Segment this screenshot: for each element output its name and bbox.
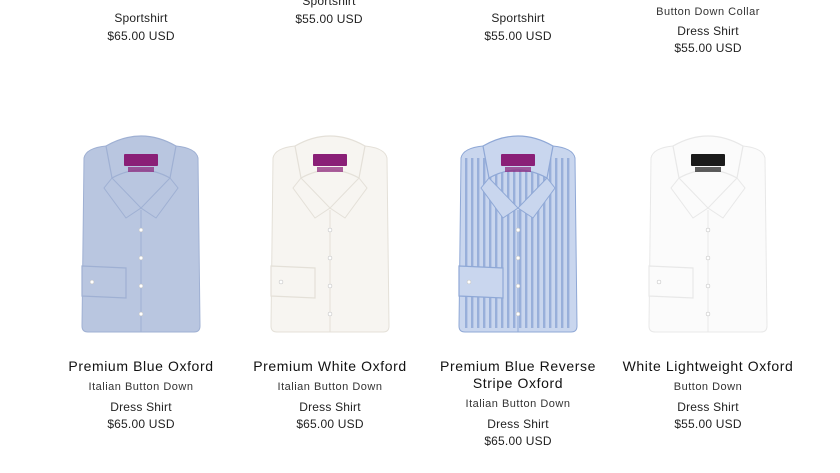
- product-collar: Button Down Collar: [656, 6, 760, 18]
- product-collar: Italian Button Down: [88, 381, 194, 393]
- product-price: $65.00 USD: [296, 417, 364, 431]
- product-type: Dress Shirt: [299, 400, 361, 414]
- top-product-1-info[interactable]: Sportshirt $65.00 USD: [46, 10, 236, 44]
- product-price: $55.00 USD: [295, 12, 363, 26]
- product-type: Sportshirt: [302, 0, 356, 8]
- product-card[interactable]: Premium Blue Reverse Stripe Oxford Itali…: [423, 118, 613, 449]
- top-product-3-info[interactable]: Sportshirt $55.00 USD: [423, 10, 613, 44]
- product-name[interactable]: Premium Blue Oxford: [46, 358, 236, 375]
- product-name[interactable]: Premium White Oxford: [235, 358, 425, 375]
- product-price: $55.00 USD: [484, 29, 552, 43]
- product-collar: Italian Button Down: [277, 381, 383, 393]
- product-type: Sportshirt: [491, 11, 545, 25]
- product-card[interactable]: Premium White Oxford Italian Button Down…: [235, 118, 425, 432]
- product-card[interactable]: Premium Blue Oxford Italian Button Down …: [46, 118, 236, 432]
- shirt-image[interactable]: [443, 118, 593, 338]
- product-type: Dress Shirt: [110, 400, 172, 414]
- shirt-image[interactable]: [255, 118, 405, 338]
- shirt-image[interactable]: [633, 118, 783, 338]
- product-price: $65.00 USD: [107, 29, 175, 43]
- shirt-image[interactable]: [66, 118, 216, 338]
- product-collar: Italian Button Down: [465, 398, 571, 410]
- top-product-2-info[interactable]: Sportshirt $55.00 USD: [234, 0, 424, 27]
- product-type: Dress Shirt: [677, 400, 739, 414]
- product-name[interactable]: White Lightweight Oxford: [613, 358, 803, 375]
- product-price: $65.00 USD: [107, 417, 175, 431]
- product-collar: Button Down: [673, 381, 743, 393]
- product-card[interactable]: White Lightweight Oxford Button Down Dre…: [613, 118, 803, 432]
- product-name[interactable]: Premium Blue Reverse Stripe Oxford: [423, 358, 613, 392]
- product-type: Dress Shirt: [677, 24, 739, 38]
- product-price: $55.00 USD: [674, 41, 742, 55]
- product-price: $65.00 USD: [484, 434, 552, 448]
- top-product-4-info[interactable]: Button Down Collar Dress Shirt $55.00 US…: [613, 4, 803, 56]
- product-type: Sportshirt: [114, 11, 168, 25]
- product-type: Dress Shirt: [487, 417, 549, 431]
- product-price: $55.00 USD: [674, 417, 742, 431]
